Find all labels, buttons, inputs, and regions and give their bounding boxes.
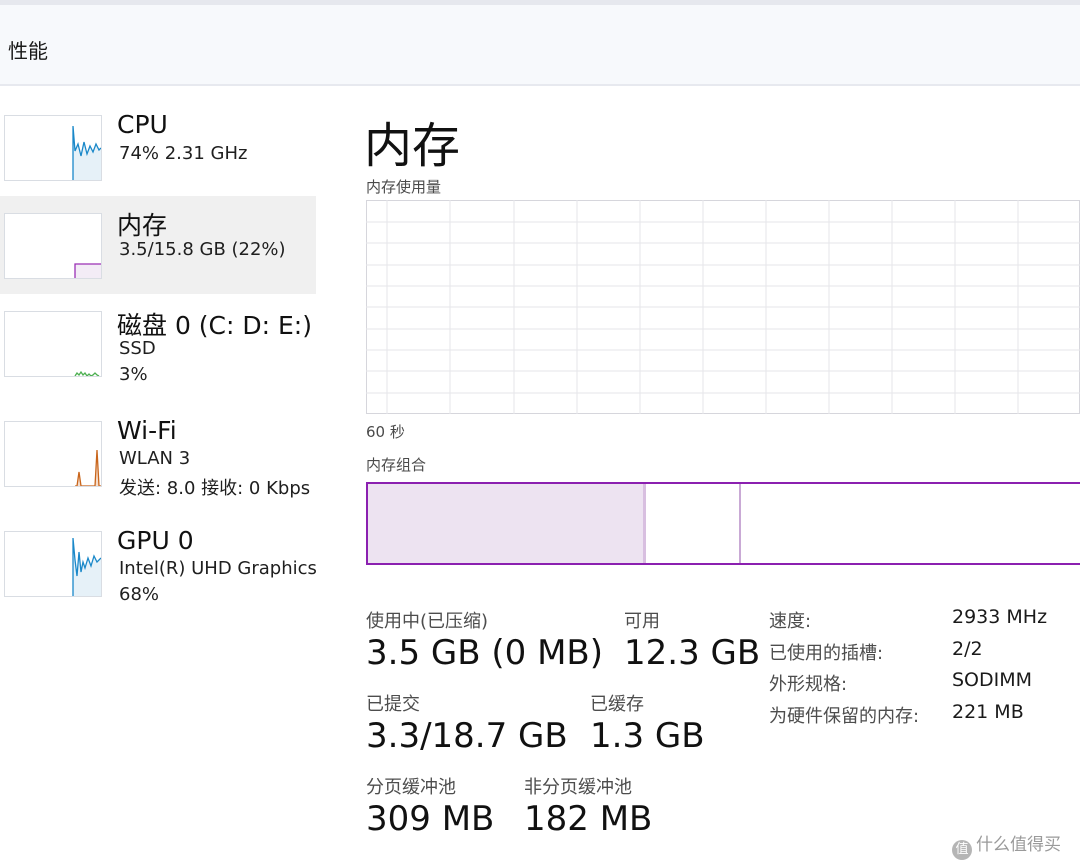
in-use-label: 使用中(已压缩) bbox=[366, 611, 489, 632]
composition-in-use bbox=[368, 484, 646, 563]
watermark: 值什么值得买 bbox=[952, 830, 1061, 860]
cpu-usage-text: 74% 2.31 GHz bbox=[119, 143, 248, 164]
graph-time-label: 60 秒 bbox=[366, 423, 405, 441]
committed-label: 已提交 bbox=[366, 694, 420, 715]
speed-value: 2933 MHz bbox=[952, 606, 1048, 628]
gpu-model-text: Intel(R) UHD Graphics bbox=[119, 558, 317, 579]
hardware-reserved-label: 为硬件保留的内存: bbox=[769, 706, 920, 727]
sidebar-item-label: 磁盘 0 (C: D: E:) bbox=[117, 311, 312, 340]
slots-used-value: 2/2 bbox=[952, 638, 983, 660]
cpu-mini-graph bbox=[4, 115, 102, 181]
header-bar: 性能 bbox=[0, 5, 1080, 86]
sidebar-item-wifi[interactable]: Wi-Fi WLAN 3 发送: 8.0 接收: 0 Kbps bbox=[0, 406, 316, 506]
composition-standby bbox=[647, 484, 741, 563]
memory-composition-bar bbox=[366, 482, 1080, 565]
sidebar-item-label: GPU 0 bbox=[117, 526, 194, 555]
nonpaged-pool-value: 182 MB bbox=[524, 799, 653, 839]
committed-value: 3.3/18.7 GB bbox=[366, 716, 568, 756]
zhi-logo-icon: 值 bbox=[952, 840, 972, 860]
gpu-mini-graph bbox=[4, 531, 102, 597]
cached-value: 1.3 GB bbox=[590, 716, 705, 756]
wifi-adapter-text: WLAN 3 bbox=[119, 448, 191, 469]
sidebar-item-gpu[interactable]: GPU 0 Intel(R) UHD Graphics 68% bbox=[0, 516, 317, 616]
form-factor-label: 外形规格: bbox=[769, 674, 848, 695]
slots-used-label: 已使用的插槽: bbox=[769, 643, 884, 664]
gpu-usage-text: 68% bbox=[119, 584, 160, 605]
form-factor-value: SODIMM bbox=[952, 669, 1033, 691]
sidebar-item-memory[interactable]: 内存 3.5/15.8 GB (22%) bbox=[0, 196, 316, 294]
hardware-reserved-value: 221 MB bbox=[952, 701, 1024, 723]
usage-graph-label: 内存使用量 bbox=[366, 178, 442, 196]
memory-usage-text: 3.5/15.8 GB (22%) bbox=[119, 239, 286, 260]
paged-pool-value: 309 MB bbox=[366, 799, 495, 839]
disk-mini-graph bbox=[4, 311, 102, 377]
nonpaged-pool-label: 非分页缓冲池 bbox=[524, 777, 632, 798]
available-value: 12.3 GB bbox=[624, 633, 761, 673]
sidebar-item-disk[interactable]: 磁盘 0 (C: D: E:) SSD 3% bbox=[0, 296, 316, 396]
wifi-mini-graph bbox=[4, 421, 102, 487]
disk-usage-text: 3% bbox=[119, 364, 148, 385]
memory-mini-graph bbox=[4, 213, 102, 279]
main-title: 内存 bbox=[364, 118, 461, 174]
available-label: 可用 bbox=[624, 611, 660, 632]
paged-pool-label: 分页缓冲池 bbox=[366, 777, 456, 798]
memory-usage-graph bbox=[366, 200, 1080, 414]
disk-type-text: SSD bbox=[119, 338, 156, 359]
page-title: 性能 bbox=[8, 39, 48, 63]
in-use-value: 3.5 GB (0 MB) bbox=[366, 633, 603, 673]
cached-label: 已缓存 bbox=[590, 694, 644, 715]
watermark-text: 什么值得买 bbox=[976, 835, 1061, 855]
sidebar-item-cpu[interactable]: CPU 74% 2.31 GHz bbox=[0, 100, 316, 194]
composition-label: 内存组合 bbox=[366, 456, 427, 474]
wifi-throughput-text: 发送: 8.0 接收: 0 Kbps bbox=[119, 478, 311, 499]
sidebar-item-label: CPU bbox=[117, 110, 168, 139]
speed-label: 速度: bbox=[769, 611, 812, 632]
sidebar-item-label: Wi-Fi bbox=[117, 416, 177, 445]
sidebar-item-label: 内存 bbox=[117, 211, 168, 240]
